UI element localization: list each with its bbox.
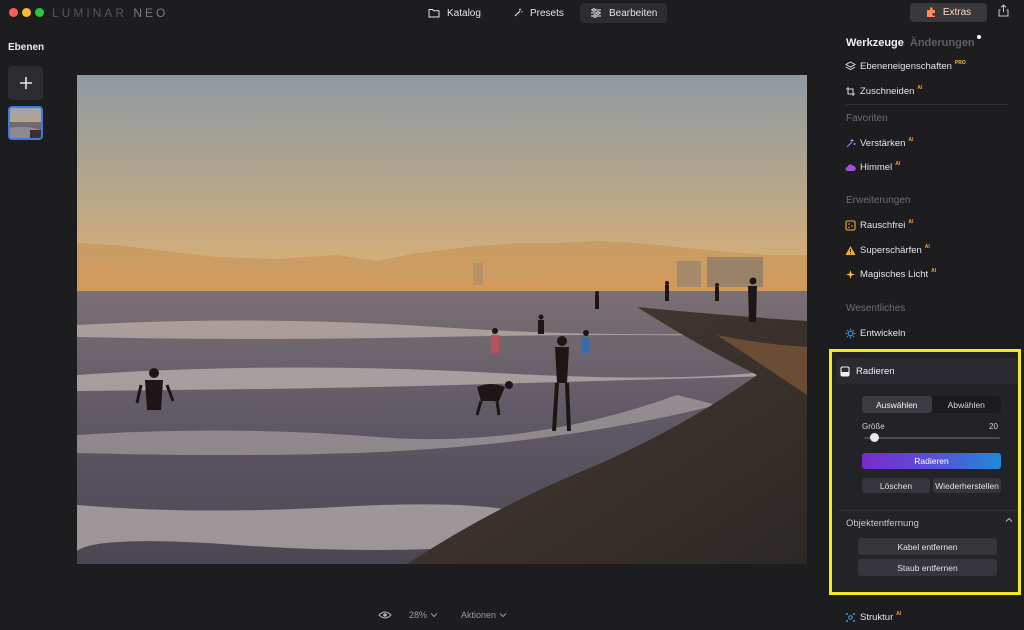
tab-werkzeuge[interactable]: Werkzeuge [846, 37, 904, 49]
extras-button[interactable]: Extras [910, 3, 987, 22]
tool-magisches-licht[interactable]: Magisches Licht AI [845, 267, 937, 280]
brush-size-label: Größe [862, 422, 885, 431]
close-window-button[interactable] [9, 8, 18, 17]
nav-katalog-label: Katalog [447, 7, 481, 19]
photo-canvas[interactable] [77, 75, 807, 564]
title-bar: LUMINAR NEO Katalog Presets Bearbeiten E… [0, 0, 1024, 26]
preview-toggle[interactable] [378, 608, 392, 622]
restore-button[interactable]: Wiederherstellen [933, 478, 1001, 493]
layer-thumbnail-image [10, 108, 41, 138]
remove-cables-button[interactable]: Kabel entfernen [858, 538, 997, 555]
selection-mode-toggle: Auswählen Abwählen [862, 396, 1001, 413]
tool-label: Ebeneneigenschaften [860, 61, 952, 72]
tool-label: Magisches Licht [860, 269, 929, 280]
eraser-icon [840, 365, 850, 377]
zoom-value: 28% [409, 610, 428, 620]
ai-badge: AI [924, 243, 930, 250]
minimize-window-button[interactable] [22, 8, 31, 17]
tool-label: Struktur [860, 612, 894, 623]
sparkle-icon [845, 138, 856, 149]
apply-erase-button[interactable]: Radieren [862, 453, 1001, 469]
brush-size-slider[interactable] [864, 437, 1000, 439]
warning-triangle-icon [845, 245, 856, 256]
tool-rauschfrei[interactable]: Rauschfrei AI [845, 218, 914, 231]
tool-label: Verstärken [860, 138, 906, 149]
brush-size-slider-handle[interactable] [870, 433, 880, 442]
brush-size-value: 20 [989, 422, 998, 431]
layer-thumbnail[interactable] [8, 106, 43, 140]
tool-label: Superschärfen [860, 245, 922, 256]
tool-struktur[interactable]: Struktur AI [845, 610, 902, 623]
extras-label: Extras [942, 7, 972, 18]
ai-badge: AI [908, 218, 914, 225]
tab-aenderungen[interactable]: Änderungen [909, 35, 981, 49]
tool-himmel[interactable]: Himmel AI [845, 160, 901, 173]
section-wesentliches: Wesentliches [846, 303, 906, 314]
cloud-icon [845, 162, 856, 173]
tool-label: Himmel [860, 162, 893, 173]
select-mode-button[interactable]: Auswählen [862, 396, 932, 413]
magic-light-icon [845, 269, 856, 280]
tool-tabs: Werkzeuge Änderungen [846, 35, 981, 49]
chevron-down-icon [499, 613, 507, 618]
tool-label: Zuschneiden [860, 86, 915, 97]
nav-presets[interactable]: Presets [503, 3, 574, 23]
divider [846, 104, 1008, 105]
radieren-panel: Radieren Auswählen Abwählen Größe 20 Rad… [829, 349, 1021, 595]
tool-zuschneiden[interactable]: Zuschneiden AI [845, 84, 923, 97]
layers-title: Ebenen [8, 42, 45, 53]
aktionen-label: Aktionen [461, 610, 497, 620]
tool-ebeneneigenschaften[interactable]: Ebeneneigenschaften PRO [845, 59, 966, 72]
plus-icon [19, 77, 32, 89]
deselect-mode-button[interactable]: Abwählen [932, 396, 1002, 413]
section-favoriten: Favoriten [846, 113, 888, 124]
remove-dust-button[interactable]: Staub entfernen [858, 559, 997, 576]
tool-entwickeln[interactable]: Entwickeln [845, 328, 905, 339]
tool-label: Entwickeln [860, 328, 906, 339]
aktionen-dropdown[interactable]: Aktionen [461, 608, 507, 622]
sliders-icon [591, 8, 601, 18]
chevron-up-icon[interactable] [1005, 517, 1013, 523]
tool-superschaerfen[interactable]: Superschärfen AI [845, 243, 930, 256]
puzzle-icon [926, 7, 935, 17]
structure-icon [845, 612, 856, 623]
nav-presets-label: Presets [530, 7, 564, 19]
tab-aenderungen-label: Änderungen [909, 37, 975, 49]
pro-badge: PRO [954, 59, 966, 66]
chevron-down-icon [430, 613, 438, 618]
ai-badge: AI [896, 610, 902, 617]
eye-icon [378, 611, 392, 619]
radieren-body: Auswählen Abwählen Größe 20 Radieren Lös… [836, 384, 1018, 508]
ai-badge: AI [917, 84, 923, 91]
clear-mask-button[interactable]: Löschen [862, 478, 930, 493]
crop-icon [845, 86, 856, 97]
beach-photo [77, 75, 807, 564]
magic-wand-icon [514, 8, 523, 17]
ai-badge: AI [895, 160, 901, 167]
share-icon[interactable] [998, 4, 1009, 17]
noise-icon [845, 220, 856, 231]
notification-dot [976, 35, 981, 39]
app-logo: LUMINAR NEO [52, 6, 169, 20]
tool-verstaerken[interactable]: Verstärken AI [845, 136, 914, 149]
zoom-dropdown[interactable]: 28% [409, 608, 438, 622]
radieren-title: Radieren [856, 365, 895, 377]
radieren-header[interactable]: Radieren [836, 358, 1018, 384]
layers-icon [845, 61, 856, 72]
sun-icon [845, 328, 856, 339]
nav-katalog[interactable]: Katalog [418, 3, 491, 23]
divider [838, 510, 1018, 511]
section-erweiterungen: Erweiterungen [846, 195, 911, 206]
nav-bearbeiten-label: Bearbeiten [609, 7, 658, 19]
ai-badge: AI [931, 267, 937, 274]
zoom-window-button[interactable] [35, 8, 44, 17]
object-removal-title[interactable]: Objektentfernung [846, 518, 919, 529]
ai-badge: AI [908, 136, 914, 143]
add-layer-button[interactable] [8, 66, 43, 100]
tool-label: Rauschfrei [860, 220, 906, 231]
folder-icon [428, 9, 440, 18]
nav-bearbeiten[interactable]: Bearbeiten [580, 3, 668, 23]
